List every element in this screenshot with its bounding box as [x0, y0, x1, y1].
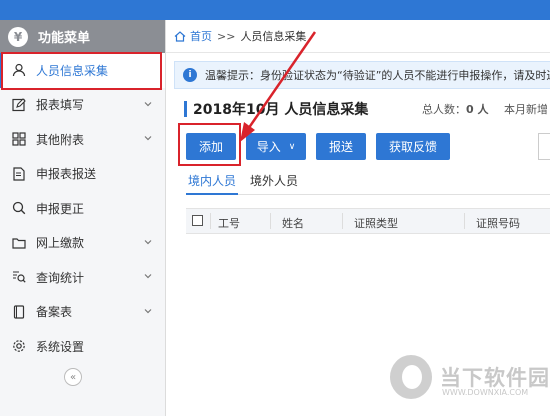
column-divider [210, 213, 211, 229]
gear-icon [12, 339, 26, 353]
sidebar-item-label: 查询统计 [36, 270, 85, 285]
sidebar-item-label: 网上缴款 [36, 236, 85, 251]
send-doc-icon [12, 167, 26, 181]
info-icon: i [183, 68, 197, 82]
column-header[interactable]: 证照类型 [354, 215, 398, 231]
sidebar-item-label: 报表填写 [36, 98, 85, 113]
folder-icon [12, 236, 26, 250]
chevron-down-icon [144, 136, 152, 141]
active-tab-indicator [186, 193, 238, 195]
total-count: 总人数：0 人 [422, 103, 489, 116]
page-title: 2018年10月 人员信息采集 [193, 102, 369, 118]
submit-button[interactable]: 报送 [316, 133, 366, 160]
select-all-checkbox[interactable] [192, 215, 203, 226]
top-bar [0, 0, 550, 20]
extra-button[interactable] [538, 133, 550, 160]
grid-icon [12, 132, 26, 146]
breadcrumb-separator: >> [217, 29, 236, 43]
sidebar-item-submit-report[interactable]: 申报表报送 [0, 157, 165, 192]
column-header[interactable]: 姓名 [282, 215, 304, 231]
watermark-logo-icon [390, 355, 432, 399]
home-icon [174, 30, 186, 42]
sidebar-item-label: 其他附表 [36, 132, 85, 147]
notice-banner: i 温馨提示：身份验证状态为“待验证”的人员不能进行申报操作，请及时进行 [174, 61, 550, 89]
sidebar-header: ¥ 功能菜单 [0, 20, 165, 53]
chevron-down-icon [144, 308, 152, 313]
breadcrumb-current: 人员信息采集 [240, 30, 307, 43]
page-title-row: 2018年10月 人员信息采集 总人数：0 人 本月新增 [184, 99, 550, 119]
sidebar-item-query-stats[interactable]: 查询统计 [0, 260, 165, 295]
table-header: 工号 姓名 证照类型 证照号码 [186, 208, 550, 234]
sidebar-item-label: 申报更正 [36, 201, 85, 216]
sidebar-item-other-schedules[interactable]: 其他附表 [0, 122, 165, 157]
highlight-box-add [178, 123, 241, 166]
sidebar-item-correct-report[interactable]: 申报更正 [0, 191, 165, 226]
sidebar-item-system-settings[interactable]: 系统设置 [0, 329, 165, 364]
chevron-down-icon [144, 239, 152, 244]
chevron-down-icon [144, 274, 152, 279]
column-divider [342, 213, 343, 229]
tab-domestic-personnel[interactable]: 境内人员 [188, 172, 236, 189]
column-divider [464, 213, 465, 229]
breadcrumb-home[interactable]: 首页 [174, 28, 212, 44]
yen-icon: ¥ [8, 26, 28, 47]
tab-foreign-personnel[interactable]: 境外人员 [250, 172, 298, 189]
watermark-url: WWW.DOWNXIA.COM [442, 388, 529, 397]
sidebar-title: 功能菜单 [38, 31, 91, 46]
stats-search-icon [12, 270, 26, 284]
sidebar-item-label: 系统设置 [36, 339, 85, 354]
collapse-sidebar-button[interactable]: « [64, 368, 82, 386]
column-header[interactable]: 证照号码 [476, 215, 520, 231]
chevron-down-icon: ∨ [288, 141, 296, 152]
file-icon [12, 305, 26, 319]
tab-bar: 境内人员 境外人员 [186, 168, 550, 195]
edit-icon [12, 97, 26, 112]
sidebar-item-online-payment[interactable]: 网上缴款 [0, 226, 165, 261]
import-label: 导入 [256, 140, 281, 154]
get-feedback-button[interactable]: 获取反馈 [376, 133, 450, 160]
chevron-down-icon [144, 101, 152, 106]
column-divider [270, 213, 271, 229]
monthly-new-label: 本月新增 [504, 103, 548, 116]
breadcrumb: 首页 >> 人员信息采集 [166, 20, 550, 53]
import-button[interactable]: 导入 ∨ [246, 133, 306, 160]
sidebar-item-fill-report[interactable]: 报表填写 [0, 88, 165, 123]
highlight-box-sidebar [1, 52, 162, 90]
sidebar-item-label: 备案表 [36, 305, 73, 320]
title-accent-bar [184, 101, 187, 117]
column-header[interactable]: 工号 [218, 215, 240, 231]
notice-text: 温馨提示：身份验证状态为“待验证”的人员不能进行申报操作，请及时进行 [205, 69, 550, 82]
sidebar-item-filing-form[interactable]: 备案表 [0, 295, 165, 330]
watermark: 当下软件园 WWW.DOWNXIA.COM [390, 352, 550, 402]
sidebar-item-label: 申报表报送 [36, 167, 97, 182]
search-icon [12, 201, 26, 215]
